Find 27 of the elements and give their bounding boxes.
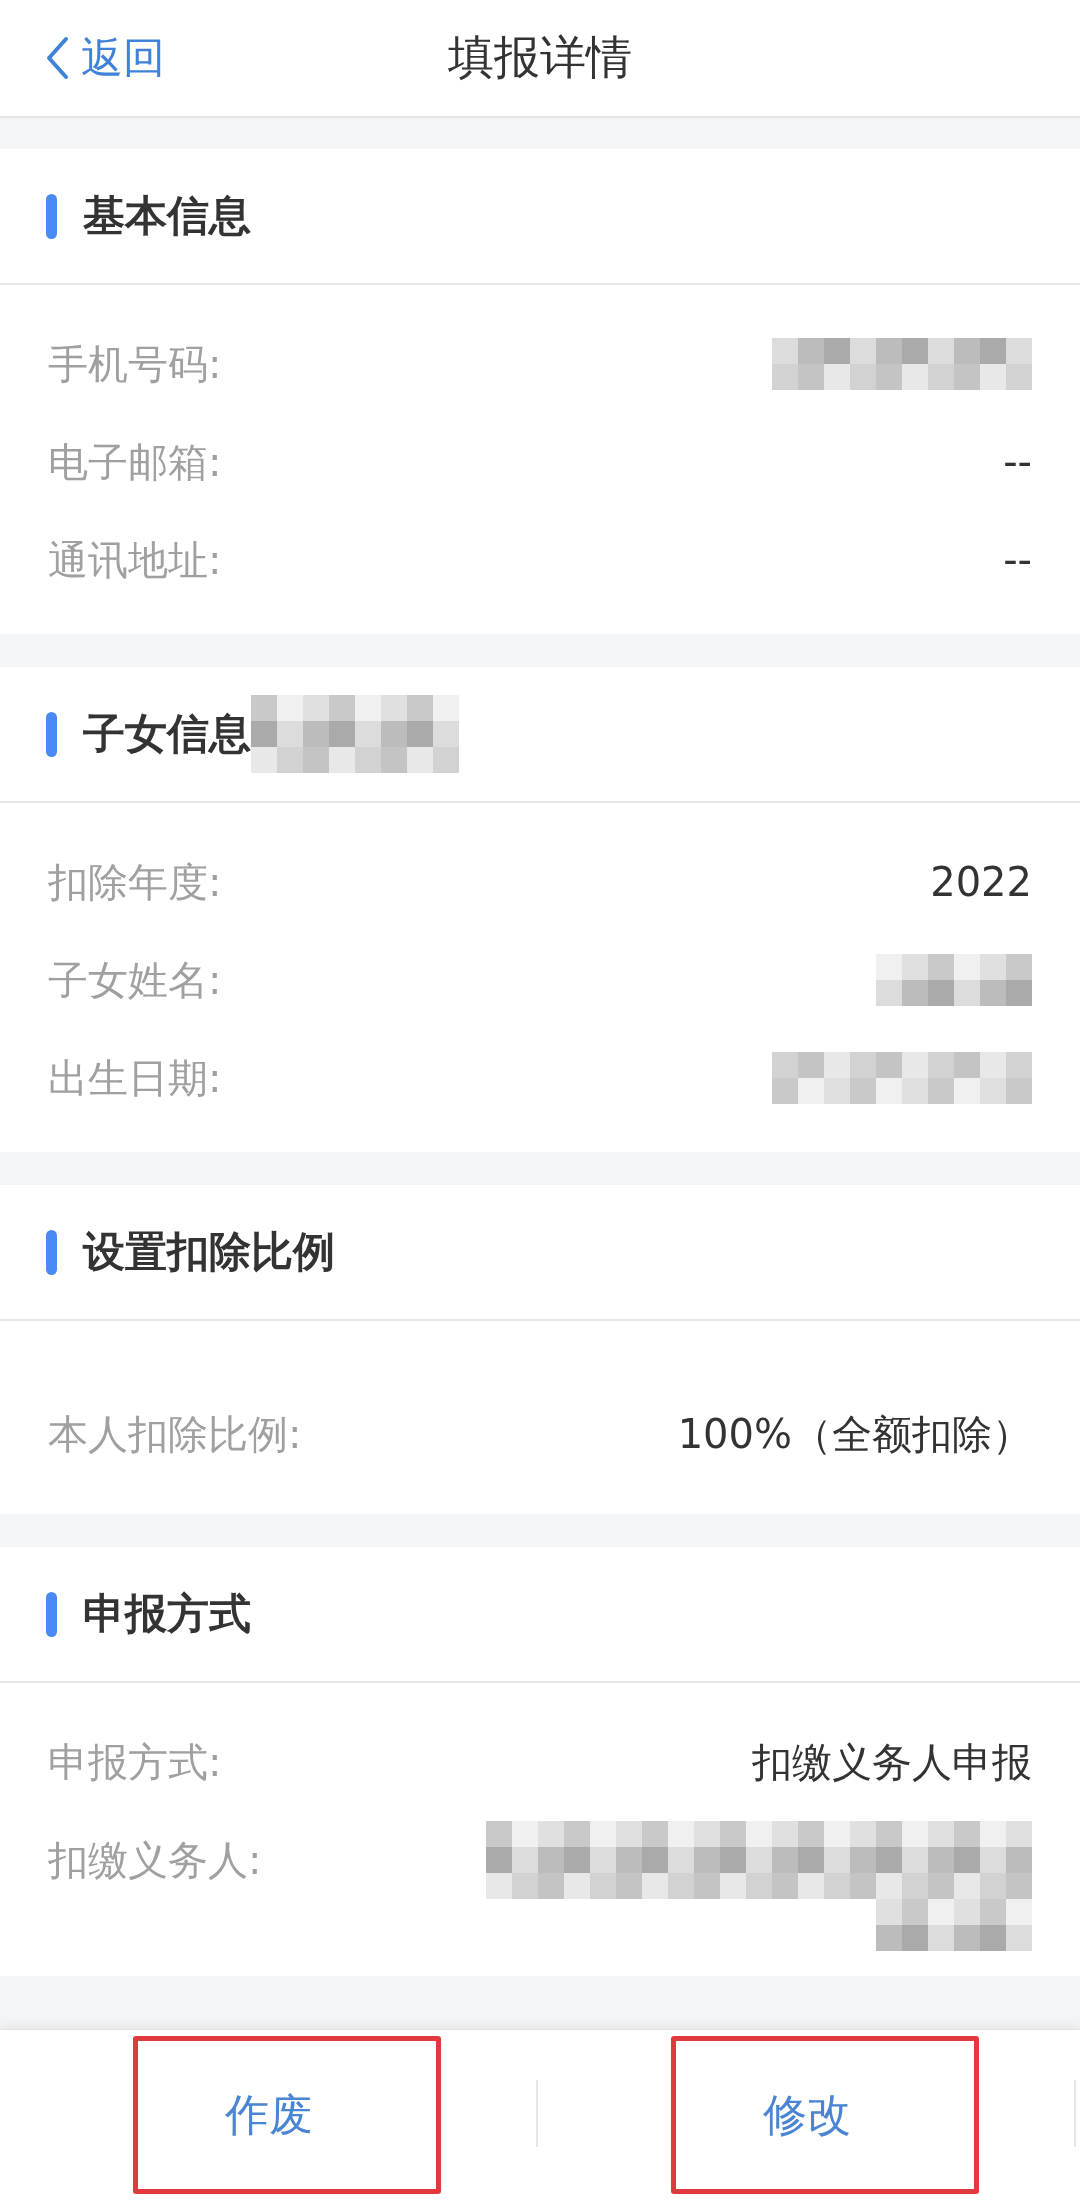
- field-label: 本人扣除比例:: [48, 1410, 302, 1459]
- back-chevron-icon: [45, 36, 69, 80]
- field-label: 出生日期:: [48, 1054, 222, 1103]
- field-value: 2022: [930, 858, 1032, 907]
- field-label: 电子邮箱:: [48, 438, 222, 487]
- section-title: 设置扣除比例: [83, 1226, 335, 1278]
- action-button[interactable]: 作废: [0, 2030, 538, 2201]
- field-value: --: [1003, 536, 1032, 585]
- section-accent-bar: [46, 711, 57, 757]
- field-label: 子女姓名:: [48, 956, 222, 1005]
- back-button[interactable]: 返回: [45, 30, 165, 86]
- section-title: 申报方式: [83, 1588, 251, 1640]
- section-accent-bar: [46, 193, 57, 239]
- field-value: 扣缴义务人申报: [752, 1738, 1032, 1787]
- section-title: 子女信息: [83, 708, 251, 760]
- section-accent-bar: [46, 1591, 57, 1637]
- section-title: 基本信息: [83, 190, 251, 242]
- section-accent-bar: [46, 1229, 57, 1275]
- action-button[interactable]: 修改: [538, 2030, 1076, 2201]
- field-label: 申报方式:: [48, 1738, 222, 1787]
- page-title: 填报详情: [448, 29, 632, 86]
- field-label: 手机号码:: [48, 340, 222, 389]
- field-value: 100%（全额扣除）: [677, 1410, 1032, 1459]
- field-value: --: [1003, 438, 1032, 487]
- field-label: 扣缴义务人:: [48, 1836, 262, 1885]
- field-label: 扣除年度:: [48, 858, 222, 907]
- field-label: 通讯地址:: [48, 536, 222, 585]
